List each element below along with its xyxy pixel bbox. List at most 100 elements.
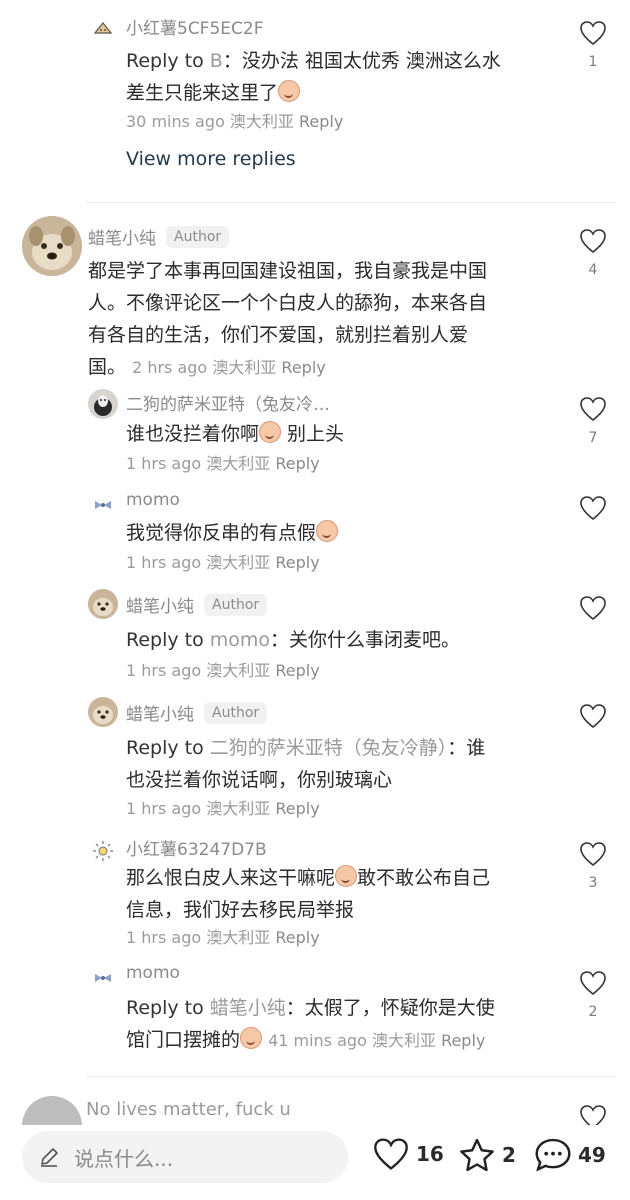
like-button[interactable] [578, 703, 608, 729]
comment-time: 1 hrs ago [126, 661, 202, 680]
comment-text: 都是学了本事再回国建设祖国，我自豪我是中国 人。不像评论区一个个白皮人的舔狗，本… [88, 255, 568, 384]
comment-location: 澳大利亚 [206, 661, 271, 680]
like-button[interactable] [578, 495, 608, 521]
reply-to-prefix: Reply to [126, 997, 210, 1019]
post-like-count: 16 [416, 1142, 444, 1166]
avatar[interactable] [22, 1096, 82, 1125]
comment-text: Reply to B：没办法 祖国太优秀 澳洲这么水 差生只能来这里了 [126, 45, 566, 109]
commenter-name[interactable]: 蜡笔小纯 [126, 700, 194, 725]
like-button[interactable]: 3 [578, 841, 608, 891]
favorite-button[interactable]: 2 [458, 1137, 516, 1173]
comment-time: 41 mins ago [268, 1031, 367, 1050]
favorite-count: 2 [502, 1143, 516, 1167]
reply-button[interactable]: Reply [275, 454, 319, 473]
dog-avatar[interactable] [88, 389, 118, 419]
like-button[interactable]: 1 [578, 20, 608, 70]
comment-text: Reply to 蜡笔小纯：太假了，怀疑你是大使 馆门口摆摊的 41 mins … [126, 992, 566, 1057]
reply-button[interactable]: Reply [275, 799, 319, 818]
bottom-action-bar: 说点什么... 16 2 49 [0, 1125, 630, 1200]
comment-input[interactable]: 说点什么... [22, 1131, 348, 1183]
like-button[interactable] [578, 595, 608, 621]
angry-emoji-icon [335, 865, 358, 887]
commenter-name[interactable]: 蜡笔小纯 [88, 224, 156, 249]
reply-to-prefix: Reply to [126, 50, 210, 72]
reply-button[interactable]: Reply [275, 928, 319, 947]
comment-location: 澳大利亚 [212, 358, 277, 377]
comment-location: 澳大利亚 [206, 553, 271, 572]
commenter-name[interactable]: 二狗的萨米亚特（兔友冷… [126, 390, 330, 415]
heart-icon [580, 842, 606, 867]
comment-text-line: 谁也没拦着你啊 [126, 423, 260, 445]
comment-text-line: 我觉得你反串的有点假 [126, 522, 317, 544]
reply-button[interactable]: Reply [275, 553, 319, 572]
like-post-button[interactable]: 16 [372, 1137, 444, 1171]
like-button[interactable] [578, 1104, 608, 1125]
comment-text-line: 国。 [88, 356, 127, 378]
partial-comment-text: No lives matter, fuck u [86, 1099, 291, 1120]
commenter-name[interactable]: 蜡笔小纯 [126, 592, 194, 617]
comment-text-line: 有各自的生活，你们不爱国，就别拦着别人爱 [88, 324, 469, 346]
reply-to-prefix: Reply to [126, 737, 210, 759]
comment-text-line: 那么恨白皮人来这干嘛呢 [126, 867, 336, 889]
view-more-replies-link[interactable]: View more replies [126, 148, 296, 170]
comment-meta: 30 mins ago 澳大利亚 Reply [126, 108, 343, 132]
reply-target-name[interactable]: B [210, 50, 223, 72]
reply-button[interactable]: Reply [281, 358, 325, 377]
laughing-emoji-icon [278, 80, 301, 102]
reply-button[interactable]: Reply [299, 112, 343, 131]
like-button[interactable]: 7 [578, 396, 608, 446]
comment-meta: 1 hrs ago 澳大利亚 Reply [126, 450, 320, 474]
bow-avatar[interactable] [88, 490, 118, 520]
like-count: 3 [588, 875, 598, 891]
like-button[interactable]: 4 [578, 228, 608, 278]
comment-location: 澳大利亚 [206, 928, 271, 947]
reply-to-prefix: Reply to [126, 629, 210, 651]
heart-icon [580, 21, 606, 46]
dog-avatar[interactable] [22, 216, 82, 276]
comment-time: 1 hrs ago [126, 799, 202, 818]
heart-icon [580, 971, 606, 996]
comment-text: 我觉得你反串的有点假 [126, 517, 566, 549]
dog-avatar[interactable] [88, 589, 118, 619]
heart-icon [580, 704, 606, 729]
comment-location: 澳大利亚 [371, 1031, 436, 1050]
crying-laughing-emoji-icon [240, 1027, 263, 1049]
divider [86, 202, 616, 203]
comment-input-placeholder: 说点什么... [74, 1146, 174, 1171]
comment-text: 那么恨白皮人来这干嘛呢 敢不敢公布自己 信息，我们好去移民局举报 [126, 862, 566, 926]
comment-text-line: ：谁 [447, 737, 486, 759]
comment-meta: 1 hrs ago 澳大利亚 Reply [126, 657, 320, 681]
sun-avatar[interactable] [88, 836, 118, 866]
comment-time: 1 hrs ago [126, 454, 202, 473]
heart-icon [374, 1138, 408, 1170]
like-button[interactable]: 2 [578, 970, 608, 1020]
comments-button[interactable]: 49 [534, 1137, 606, 1173]
comment-text-line: 差生只能来这里了 [126, 82, 279, 104]
heart-icon [580, 397, 606, 422]
comment-text-line: ：关你什么事闭麦吧。 [270, 629, 461, 651]
comment-meta: 1 hrs ago 澳大利亚 Reply [126, 795, 320, 819]
comment-text-line: 信息，我们好去移民局举报 [126, 899, 355, 921]
commenter-name[interactable]: 小红薯63247D7B [126, 835, 267, 860]
reply-target-name[interactable]: 二狗的萨米亚特（兔友冷静） [210, 737, 448, 759]
reply-target-name[interactable]: 蜡笔小纯 [210, 997, 286, 1019]
sweet-potato-avatar[interactable] [88, 14, 118, 44]
heart-icon [580, 596, 606, 621]
like-count: 1 [588, 54, 598, 70]
bow-avatar[interactable] [88, 963, 118, 993]
comment-meta: 1 hrs ago 澳大利亚 Reply [126, 924, 320, 948]
comment-time: 1 hrs ago [126, 928, 202, 947]
comment-location: 澳大利亚 [229, 112, 294, 131]
comment-text-line: 也没拦着你说话啊，你别玻璃心 [126, 769, 393, 791]
commenter-name[interactable]: momo [126, 963, 180, 983]
dog-avatar[interactable] [88, 697, 118, 727]
reply-button[interactable]: Reply [275, 661, 319, 680]
commenter-name[interactable]: 小红薯5CF5EC2F [126, 14, 264, 39]
reply-button[interactable]: Reply [441, 1031, 485, 1050]
comment-text: Reply to 二狗的萨米亚特（兔友冷静）：谁 也没拦着你说话啊，你别玻璃心 [126, 732, 566, 796]
reply-target-name[interactable]: momo [210, 629, 270, 651]
comment-thread: 小红薯5CF5EC2F Reply to B：没办法 祖国太优秀 澳洲这么水 差… [0, 0, 630, 1125]
commenter-name[interactable]: momo [126, 490, 180, 510]
heart-icon [580, 496, 606, 521]
comment-time: 2 hrs ago [132, 358, 208, 377]
